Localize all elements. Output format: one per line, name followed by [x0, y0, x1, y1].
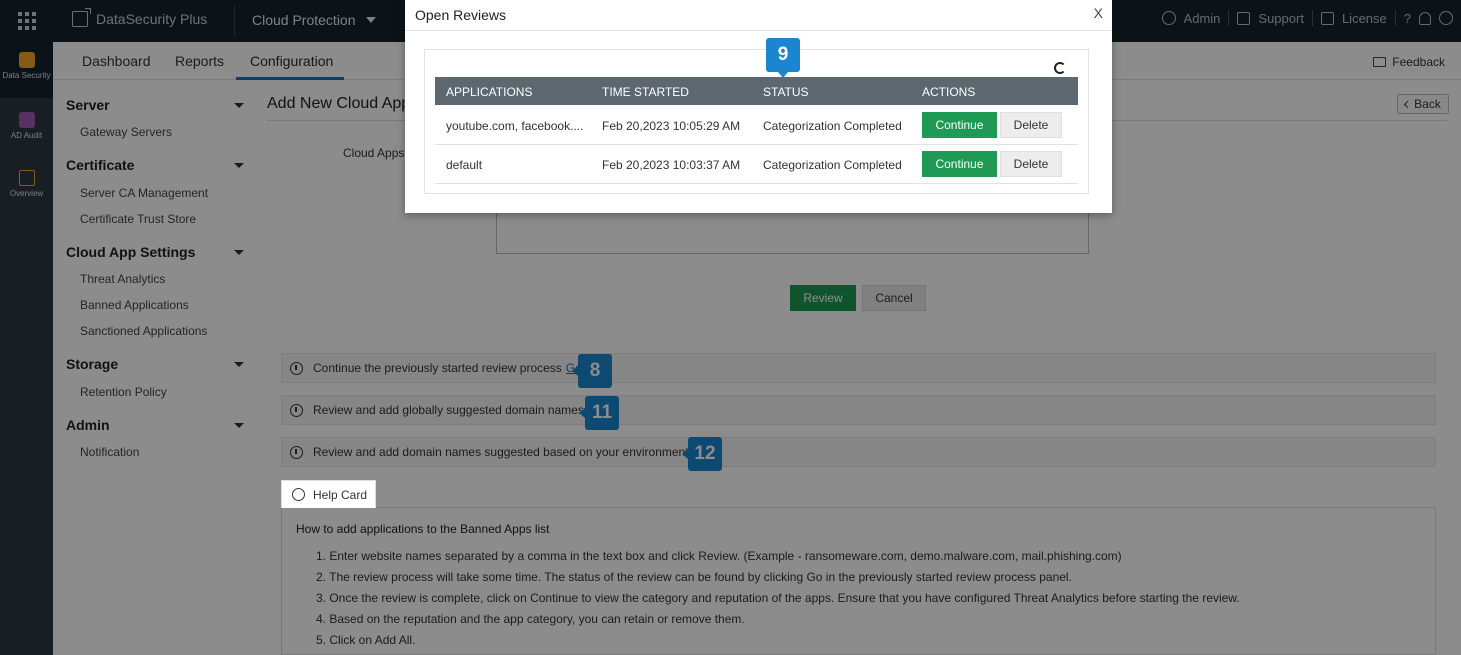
cell-time-started: Feb 20,2023 10:05:29 AM: [602, 119, 741, 133]
info-icon: [292, 488, 305, 501]
refresh-icon[interactable]: [1054, 62, 1066, 74]
cell-time-started: Feb 20,2023 10:03:37 AM: [602, 158, 741, 172]
delete-button[interactable]: Delete: [1000, 151, 1062, 177]
column-header-time-started: TIME STARTED: [602, 85, 689, 99]
table-row: youtube.com, facebook.... Feb 20,2023 10…: [435, 106, 1078, 145]
help-card-tab[interactable]: Help Card: [281, 480, 376, 508]
close-icon[interactable]: X: [1094, 5, 1103, 21]
cell-status: Categorization Completed: [763, 158, 902, 172]
cell-applications: youtube.com, facebook....: [446, 119, 584, 133]
modal-divider: [405, 30, 1112, 31]
column-header-applications: APPLICATIONS: [446, 85, 533, 99]
modal-title: Open Reviews: [415, 7, 507, 23]
table-row: default Feb 20,2023 10:03:37 AM Categori…: [435, 145, 1078, 184]
reviews-panel: APPLICATIONS TIME STARTED STATUS ACTIONS…: [424, 49, 1089, 194]
continue-button[interactable]: Continue: [922, 112, 997, 138]
delete-button[interactable]: Delete: [1000, 112, 1062, 138]
cell-applications: default: [446, 158, 483, 172]
column-header-actions: ACTIONS: [922, 85, 976, 99]
callout-badge: 9: [766, 38, 800, 78]
help-card-label: Help Card: [313, 487, 368, 502]
cell-status: Categorization Completed: [763, 119, 902, 133]
open-reviews-modal: Open Reviews X APPLICATIONS TIME STARTED…: [405, 0, 1112, 213]
table-header: APPLICATIONS TIME STARTED STATUS ACTIONS: [435, 77, 1078, 105]
column-header-status: STATUS: [763, 85, 809, 99]
continue-button[interactable]: Continue: [922, 151, 997, 177]
